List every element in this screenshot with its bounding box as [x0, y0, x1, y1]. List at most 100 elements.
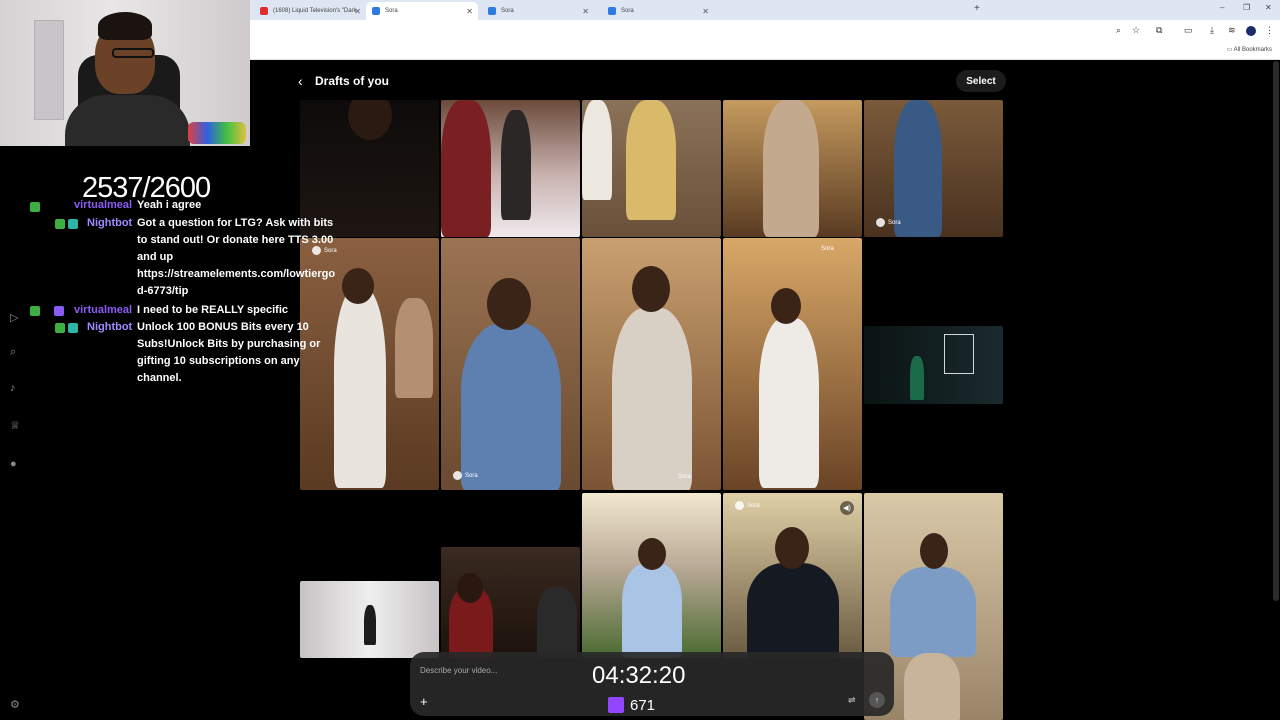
video-thumbnail[interactable] — [441, 100, 580, 237]
scrollbar[interactable] — [1273, 61, 1279, 601]
watermark-text: Sora — [465, 472, 478, 479]
door — [34, 20, 64, 120]
profile-avatar[interactable] — [1246, 26, 1256, 36]
tab-title: Sora — [621, 8, 634, 14]
badge-icon — [68, 219, 78, 229]
tab-sora[interactable]: Sora ✕ — [482, 2, 594, 20]
badge-icon — [55, 219, 65, 229]
chat-message: Subs!Unlock Bits by purchasing or — [137, 338, 321, 350]
select-button[interactable]: Select — [956, 70, 1006, 92]
building-light — [944, 334, 974, 374]
chat-username: virtualmeal — [74, 304, 133, 316]
trophy-icon[interactable]: ♕ — [10, 419, 20, 432]
chat-message: Yeah i agree — [137, 199, 202, 211]
new-tab-button[interactable]: + — [974, 3, 980, 14]
add-media-button[interactable]: + — [420, 694, 428, 709]
zoom-icon[interactable]: ⌕ — [1116, 25, 1121, 36]
close-window-button[interactable]: ✕ — [1265, 3, 1272, 12]
download-icon[interactable]: ⤓ — [1210, 25, 1214, 36]
tab-title: Sora — [501, 8, 514, 14]
prompt-input[interactable]: Describe your video... — [420, 666, 497, 675]
close-icon[interactable]: ✕ — [354, 7, 361, 16]
chat-message: I need to be REALLY specific — [137, 304, 288, 316]
youtube-icon — [260, 7, 268, 15]
sora-icon — [488, 7, 496, 15]
sub-count: 671 — [630, 697, 656, 714]
settings-icon[interactable]: ⚙ — [10, 698, 20, 711]
back-arrow-icon[interactable]: ‹ — [298, 73, 303, 89]
video-thumbnail[interactable] — [300, 581, 439, 658]
badge-icon — [68, 323, 78, 333]
chat-message: Unlock 100 BONUS Bits every 10 — [137, 321, 309, 333]
watermark-text: Sora — [678, 474, 691, 480]
video-thumbnail[interactable]: Sora — [723, 238, 862, 490]
sora-watermark: Sora — [453, 471, 478, 480]
address-bar[interactable]: ⌕ ☆ ⧉ ▭ ⤓ ≋ ⋮ — [250, 20, 1280, 42]
chat-message: and up — [137, 251, 174, 263]
sora-watermark: Sora — [876, 218, 901, 227]
tab-title: (1608) Liquid Television's "Dark — [273, 8, 357, 14]
settings-sliders-icon[interactable]: ⇌ — [848, 695, 856, 706]
colorful-toy — [188, 122, 246, 144]
sora-watermark: Sora — [735, 501, 760, 510]
chat-username: Nightbot — [87, 217, 133, 229]
badge-icon — [55, 323, 65, 333]
video-thumbnail[interactable]: Sora — [864, 100, 1003, 237]
bell-icon[interactable]: ♪ — [10, 382, 16, 394]
sora-icon — [608, 7, 616, 15]
sora-drafts-page: ‹ Drafts of you Select Sora Sora Sora So… — [250, 61, 1280, 720]
tab-sora-active[interactable]: Sora ✕ — [366, 2, 478, 20]
video-thumbnail[interactable]: Sora ◀) — [723, 493, 862, 658]
volume-icon[interactable]: ◀) — [840, 501, 854, 515]
glasses — [112, 48, 154, 58]
watermark-text: Sora — [888, 219, 901, 226]
chat-message: d-6773/tip — [137, 285, 189, 297]
close-icon[interactable]: ✕ — [466, 7, 473, 16]
chat-username: virtualmeal — [74, 199, 133, 211]
streamer-hair — [98, 12, 152, 40]
profile-icon[interactable]: ● — [10, 458, 17, 470]
sora-watermark: Sora — [678, 474, 691, 480]
badge-icon — [54, 306, 64, 316]
close-icon[interactable]: ✕ — [582, 7, 589, 16]
extension-icon[interactable]: ≋ — [1228, 25, 1236, 36]
video-thumbnail[interactable]: Sora — [582, 238, 721, 490]
sora-logo-icon — [453, 471, 462, 480]
chat-message: to stand out! Or donate here TTS 3.00 — [137, 234, 334, 246]
sora-logo-icon — [735, 501, 744, 510]
restore-button[interactable]: ❐ — [1243, 3, 1250, 12]
chat-message: channel. — [137, 372, 182, 384]
watermark-text: Sora — [747, 502, 760, 509]
video-thumbnail[interactable] — [441, 547, 580, 658]
play-icon[interactable]: ▷ — [10, 311, 18, 324]
tab-youtube[interactable]: (1608) Liquid Television's "Dark ✕ — [254, 2, 366, 20]
tab-title: Sora — [385, 8, 398, 14]
stream-timer: 04:32:20 — [592, 662, 686, 689]
video-thumbnail[interactable] — [582, 100, 721, 237]
chat-message: Got a question for LTG? Ask with bits — [137, 217, 334, 229]
video-thumbnail[interactable] — [864, 326, 1003, 404]
sora-logo-icon — [876, 218, 885, 227]
sidebar-icon[interactable]: ▭ — [1184, 25, 1193, 36]
streamer-shirt — [65, 95, 190, 146]
video-thumbnail[interactable] — [582, 493, 721, 658]
star-icon[interactable]: ☆ — [1132, 25, 1140, 36]
video-thumbnail[interactable]: Sora — [441, 238, 580, 490]
all-bookmarks-link[interactable]: ▭ All Bookmarks — [1227, 46, 1272, 53]
bookmarks-label: All Bookmarks — [1233, 47, 1272, 53]
sora-watermark: Sora — [821, 246, 834, 252]
chat-username: Nightbot — [87, 321, 133, 333]
tab-sora[interactable]: Sora ✕ — [602, 2, 714, 20]
menu-icon[interactable]: ⋮ — [1265, 25, 1274, 36]
video-thumbnail[interactable] — [723, 100, 862, 237]
badge-icon — [30, 306, 40, 316]
browser-tab-bar: (1608) Liquid Television's "Dark ✕ Sora … — [250, 0, 1280, 20]
send-button[interactable]: ↑ — [869, 692, 885, 708]
webcam-overlay — [0, 0, 250, 146]
twitch-icon — [608, 697, 624, 713]
minimize-button[interactable]: – — [1220, 3, 1224, 12]
search-icon[interactable]: ⌕ — [10, 346, 16, 359]
close-icon[interactable]: ✕ — [702, 7, 709, 16]
extensions-icon[interactable]: ⧉ — [1156, 25, 1162, 36]
page-title: Drafts of you — [315, 74, 390, 88]
